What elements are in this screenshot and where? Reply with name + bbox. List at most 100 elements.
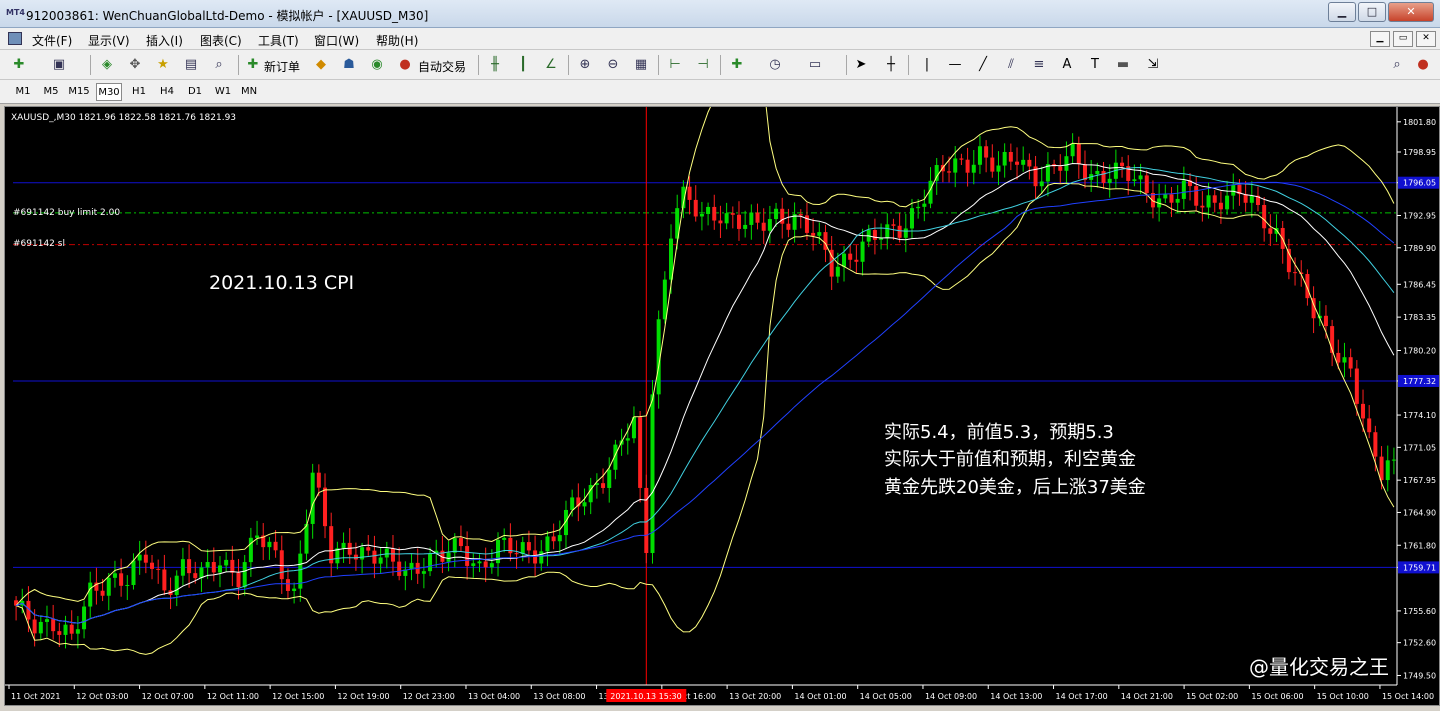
bear-candle bbox=[483, 561, 488, 568]
new-chart-icon[interactable]: ✚ bbox=[10, 56, 28, 74]
bull-candle bbox=[446, 552, 451, 562]
navigator-icon[interactable]: ★ bbox=[154, 56, 172, 74]
tile-windows-icon[interactable]: ▦ bbox=[632, 56, 650, 74]
bull-candle bbox=[452, 538, 457, 553]
bear-candle bbox=[693, 199, 698, 217]
line-chart-icon[interactable]: ∠ bbox=[542, 56, 560, 74]
bear-candle bbox=[329, 526, 334, 564]
menu-tools[interactable]: 工具(T) bbox=[258, 32, 299, 49]
mdi-restore-button[interactable]: ▭ bbox=[1393, 31, 1413, 47]
bull-candle bbox=[520, 542, 525, 554]
market-watch-icon[interactable]: ◈ bbox=[98, 56, 116, 74]
price-chart[interactable]: 1801.80 1798.95 1796.05 1792.95 1789.90 1786.… bbox=[5, 66, 1439, 705]
bear-candle bbox=[718, 220, 723, 224]
auto-trading-icon[interactable]: ● bbox=[396, 56, 414, 74]
bear-candle bbox=[397, 561, 402, 576]
cursor-icon[interactable]: ➤ bbox=[852, 56, 870, 74]
vertical-line-tool[interactable]: | bbox=[918, 56, 936, 74]
bear-candle bbox=[897, 225, 902, 238]
menu-insert[interactable]: 插入(I) bbox=[146, 32, 183, 49]
bull-candle bbox=[180, 559, 185, 576]
bear-candle bbox=[162, 569, 167, 591]
bear-candle bbox=[1015, 161, 1020, 165]
mdi-minimize-button[interactable]: ▁ bbox=[1370, 31, 1390, 47]
bear-candle bbox=[51, 619, 56, 632]
bear-candle bbox=[1008, 151, 1013, 162]
mdi-close-button[interactable]: ✕ bbox=[1416, 31, 1436, 47]
menu-file[interactable]: 文件(F) bbox=[32, 32, 72, 49]
timeframe-w1[interactable]: W1 bbox=[210, 83, 236, 101]
bear-candle bbox=[119, 573, 124, 586]
price-tick-label: 1771.05 bbox=[1403, 443, 1436, 452]
timeframe-m5[interactable]: M5 bbox=[38, 83, 64, 101]
menu-help[interactable]: 帮助(H) bbox=[376, 32, 418, 49]
notifications-icon[interactable]: ● bbox=[1414, 56, 1432, 74]
time-tick-label: 12 Oct 11:00 bbox=[207, 692, 259, 701]
bull-candle bbox=[860, 241, 865, 262]
chart-window[interactable]: 1801.80 1798.95 1796.05 1792.95 1789.90 1786.… bbox=[4, 66, 1440, 706]
text-tool[interactable]: A bbox=[1058, 56, 1076, 74]
new-order-button[interactable]: 新订单 bbox=[264, 58, 300, 75]
bar-chart-icon[interactable]: ╫ bbox=[486, 56, 504, 74]
bear-candle bbox=[32, 619, 37, 634]
bear-candle bbox=[730, 213, 735, 215]
bull-candle bbox=[1175, 198, 1180, 203]
minimize-button[interactable]: ▁ bbox=[1328, 2, 1356, 22]
terminal-icon[interactable]: ▤ bbox=[182, 56, 200, 74]
bear-candle bbox=[465, 546, 470, 566]
zoom-in-icon[interactable]: ⊕ bbox=[576, 56, 594, 74]
crosshair-icon[interactable]: ┼ bbox=[882, 56, 900, 74]
trendline-icon[interactable]: ╱ bbox=[974, 56, 992, 74]
chart-window-icon[interactable] bbox=[8, 32, 22, 45]
menu-view[interactable]: 显示(V) bbox=[88, 32, 130, 49]
arrow-label-icon[interactable]: ▬ bbox=[1114, 56, 1132, 74]
bear-candle bbox=[1082, 164, 1087, 180]
candlestick-chart-icon[interactable]: ┃ bbox=[514, 56, 532, 74]
bear-candle bbox=[984, 146, 989, 158]
timeframe-m30[interactable]: M30 bbox=[96, 83, 122, 101]
menu-window[interactable]: 窗口(W) bbox=[314, 32, 359, 49]
arrows-icon[interactable]: ⇲ bbox=[1144, 56, 1162, 74]
market-icon[interactable]: ◉ bbox=[368, 56, 386, 74]
profiles-icon[interactable]: ▣ bbox=[50, 56, 68, 74]
timeframe-mn[interactable]: MN bbox=[236, 83, 262, 101]
templates-icon[interactable]: ▭ bbox=[806, 56, 824, 74]
metaeditor-icon[interactable]: ◆ bbox=[312, 56, 330, 74]
bull-candle bbox=[996, 165, 1001, 172]
timeframe-h4[interactable]: H4 bbox=[154, 83, 180, 101]
timeframe-d1[interactable]: D1 bbox=[182, 83, 208, 101]
bear-candle bbox=[638, 417, 643, 488]
timeframe-h1[interactable]: H1 bbox=[126, 83, 152, 101]
bear-candle bbox=[872, 230, 877, 240]
chart-shift-icon[interactable]: ⊣ bbox=[694, 56, 712, 74]
auto-scroll-icon[interactable]: ⊢ bbox=[666, 56, 684, 74]
maximize-button[interactable]: □ bbox=[1358, 2, 1386, 22]
horizontal-line-tool[interactable]: — bbox=[946, 56, 964, 74]
new-order-icon[interactable]: ✚ bbox=[244, 56, 262, 74]
toolbar-separator bbox=[846, 55, 847, 75]
equidistant-channel-icon[interactable]: ⫽ bbox=[1002, 56, 1020, 74]
auto-trading-button[interactable]: 自动交易 bbox=[418, 58, 466, 75]
timeframe-m1[interactable]: M1 bbox=[10, 83, 36, 101]
text-label-tool[interactable]: T bbox=[1086, 56, 1104, 74]
menu-charts[interactable]: 图表(C) bbox=[200, 32, 242, 49]
bear-candle bbox=[1354, 368, 1359, 404]
data-window-icon[interactable]: ✥ bbox=[126, 56, 144, 74]
indicators-icon[interactable]: ✚ bbox=[728, 56, 746, 74]
bull-candle bbox=[879, 238, 884, 240]
bull-candle bbox=[842, 253, 847, 267]
strategy-tester-icon[interactable]: ⌕ bbox=[210, 56, 228, 74]
zoom-out-icon[interactable]: ⊖ bbox=[604, 56, 622, 74]
time-tick-label: 14 Oct 21:00 bbox=[1121, 692, 1173, 701]
bear-candle bbox=[1243, 194, 1248, 203]
fibonacci-icon[interactable]: ≡ bbox=[1030, 56, 1048, 74]
signals-icon[interactable]: ☗ bbox=[340, 56, 358, 74]
bull-candle bbox=[953, 158, 958, 173]
close-button[interactable]: ✕ bbox=[1388, 2, 1434, 22]
bull-candle bbox=[749, 212, 754, 225]
periods-icon[interactable]: ◷ bbox=[766, 56, 784, 74]
timeframe-m15[interactable]: M15 bbox=[66, 83, 92, 101]
search-icon[interactable]: ⌕ bbox=[1388, 56, 1406, 74]
bear-candle bbox=[316, 472, 321, 488]
bull-candle bbox=[477, 561, 482, 564]
